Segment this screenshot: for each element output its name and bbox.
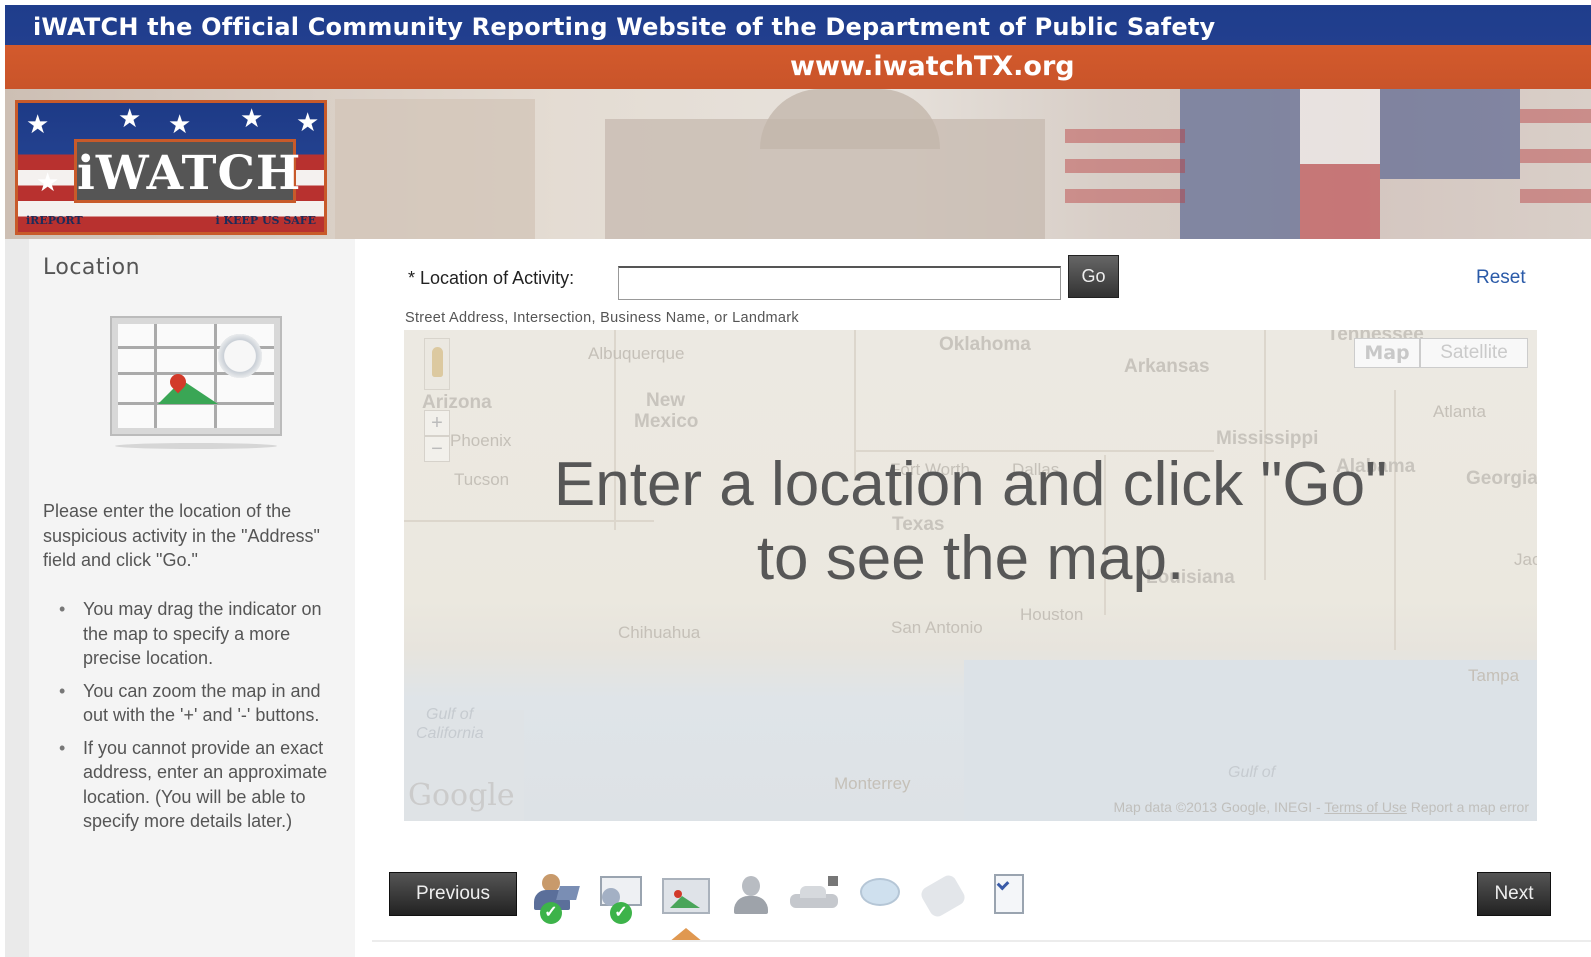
previous-button[interactable]: Previous <box>389 872 517 916</box>
map-data-credit: Map data ©2013 Google, INEGI - <box>1113 799 1321 815</box>
person-step-icon[interactable]: ✓ <box>530 872 582 924</box>
sidebar: Location Please enter the location of th… <box>5 239 355 957</box>
review-step-icon[interactable] <box>988 872 1040 924</box>
map-place-label: Mexico <box>634 411 699 432</box>
logo-title-box: iWATCH <box>74 139 302 203</box>
contact-step-icon[interactable] <box>918 872 970 924</box>
location-step-icon[interactable] <box>660 872 712 924</box>
zoom-in-button[interactable]: + <box>424 410 450 436</box>
map-overlay-line: Enter a location and click "Go" <box>553 450 1388 519</box>
map-place-label: Monterrey <box>834 774 911 793</box>
map-overlay-line: to see the map. <box>756 524 1185 593</box>
map-place-label: Houston <box>1020 605 1084 624</box>
star-icon: ★ <box>168 109 192 139</box>
map-place-label: Atlanta <box>1433 402 1486 421</box>
vehicle-step-icon[interactable] <box>788 872 840 924</box>
location-label: * Location of Activity: <box>408 268 575 288</box>
tip-item: You can zoom the map in and out with the… <box>43 679 343 728</box>
tip-item: You may drag the indicator on the map to… <box>43 597 343 671</box>
star-icon: ★ <box>296 107 320 137</box>
map-place-label: California <box>416 725 484 742</box>
site-url: www.iwatchTX.org <box>790 51 1075 82</box>
location-hint: Street Address, Intersection, Business N… <box>405 310 799 326</box>
map-type-map-button[interactable]: Map <box>1354 338 1420 368</box>
bottom-divider <box>372 940 1591 942</box>
site-title: iWATCH the Official Community Reporting … <box>33 13 1216 41</box>
map-place-label: Albuquerque <box>588 344 685 363</box>
terms-of-use-link[interactable]: Terms of Use <box>1324 799 1406 815</box>
map-place-label: Chihuahua <box>618 623 701 642</box>
map-place-label: New <box>646 390 686 411</box>
map-attribution: Map data ©2013 Google, INEGI - Terms of … <box>1114 799 1530 815</box>
sidebar-tips: You may drag the indicator on the map to… <box>43 597 343 842</box>
iwatch-logo[interactable]: ★ ★ ★ ★ ★ ★ iWATCH iREPORT i KEEP US SAF… <box>15 100 327 235</box>
google-logo: Google <box>408 778 515 813</box>
map-place-label: Tampa <box>1468 666 1520 685</box>
star-icon: ★ <box>26 109 50 139</box>
map-place-label: Arkansas <box>1124 356 1210 377</box>
map-place-label: San Antonio <box>891 618 983 637</box>
suspect-step-icon[interactable] <box>726 872 778 924</box>
map-canvas[interactable]: Albuquerque Oklahoma Arkansas Tennessee … <box>404 330 1537 821</box>
comments-step-icon[interactable] <box>856 872 908 924</box>
logo-title: iWATCH <box>77 146 302 201</box>
reset-link[interactable]: Reset <box>1476 267 1526 289</box>
site-header-bar: iWATCH the Official Community Reporting … <box>5 5 1591 45</box>
map-place-label: Gulf of <box>1228 764 1276 781</box>
street-view-pegman-icon[interactable] <box>424 338 450 390</box>
map-place-label: Mississippi <box>1216 428 1319 449</box>
sidebar-intro: Please enter the location of the suspici… <box>43 501 320 570</box>
map-illustration-shadow <box>115 443 277 449</box>
star-icon: ★ <box>240 103 264 133</box>
map-place-label: Oklahoma <box>939 334 1031 355</box>
map-type-satellite-button[interactable]: Satellite <box>1420 338 1528 368</box>
tip-item: If you cannot provide an exact address, … <box>43 736 343 834</box>
report-map-error-link[interactable]: Report a map error <box>1411 799 1529 815</box>
map-illustration-icon <box>110 316 282 436</box>
next-button[interactable]: Next <box>1477 872 1551 916</box>
map-overlay-message: Enter a location and click "Go" to see t… <box>404 448 1537 596</box>
star-icon: ★ <box>36 167 60 197</box>
go-button[interactable]: Go <box>1068 255 1119 298</box>
location-input[interactable] <box>618 266 1061 300</box>
sidebar-title: Location <box>43 255 141 280</box>
map-place-label: Gulf of <box>426 706 474 723</box>
url-bar: www.iwatchTX.org <box>5 45 1591 89</box>
activity-step-icon[interactable]: ✓ <box>596 872 648 924</box>
logo-tagline-left: iREPORT <box>26 214 83 227</box>
star-icon: ★ <box>118 103 142 133</box>
logo-tagline-right: i KEEP US SAFE <box>215 214 316 227</box>
